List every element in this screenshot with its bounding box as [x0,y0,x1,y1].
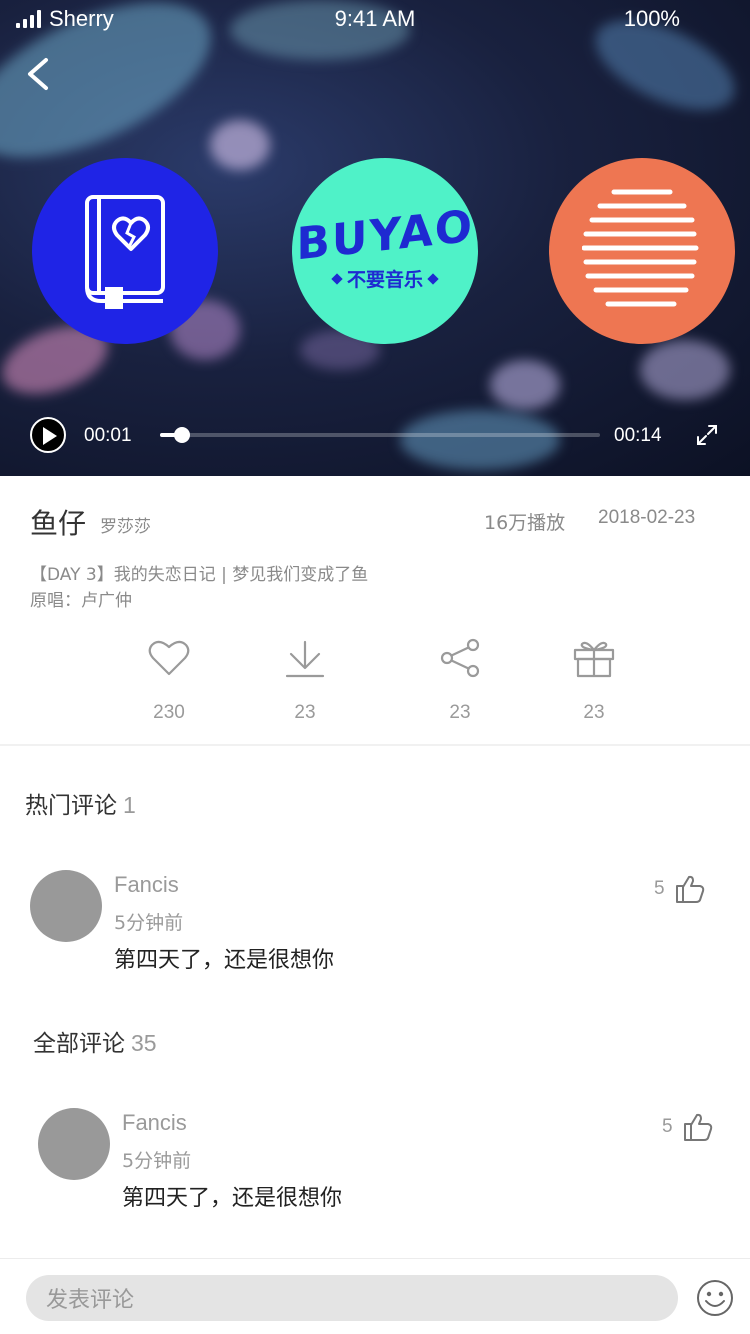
buyao-logo: BUYAO [296,200,474,271]
current-time: 00:01 [84,425,132,446]
background-bokeh [210,120,270,170]
status-bar: Sherry 9:41 AM 100% [0,0,750,40]
song-artist[interactable]: 罗莎莎 [100,512,151,537]
comment-text: 第四天了，还是很想你 [122,1186,343,1211]
stripes-icon [582,189,699,307]
broken-heart-book-icon [85,195,165,309]
comment-like-count: 5 [654,878,665,899]
hot-comments-count: 1 [123,792,136,818]
heart-icon [148,640,190,676]
buyao-subtitle-row: 不要音乐 [331,265,439,292]
avatar[interactable] [38,1108,110,1180]
comment-author[interactable]: Fancis [122,1110,187,1136]
like-count: 230 [153,702,185,723]
diamond-icon [427,272,439,285]
hot-comments-label: 热门评论 [25,793,117,819]
hot-comments-title: 热门评论 1 [25,786,136,820]
diamond-icon [331,272,343,285]
song-title: 鱼仔 [30,507,87,540]
gift-count: 23 [583,702,605,723]
download-action[interactable]: 23 [255,638,355,724]
comment-item: Fancis 5分钟前 第四天了，还是很想你 5 [0,866,750,976]
thumbs-up-icon [683,1113,712,1141]
comment-time: 5分钟前 [122,1150,192,1172]
section-divider [0,744,750,746]
share-action[interactable]: 23 [410,638,510,724]
comment-like-count: 5 [662,1116,673,1137]
download-icon [285,640,325,678]
all-comments-label: 全部评论 [33,1031,125,1057]
comment-input-placeholder: 发表评论 [46,1288,135,1313]
battery-level: 100% [623,6,680,31]
play-button[interactable] [30,417,66,453]
play-icon [43,427,57,445]
download-count: 23 [294,702,316,723]
total-time: 00:14 [614,425,662,446]
play-count: 16万播放 [484,512,566,534]
buyao-subtitle: 不要音乐 [346,269,423,291]
fullscreen-icon[interactable] [695,423,719,447]
release-date: 2018-02-23 [598,507,696,528]
video-player[interactable]: Sherry 9:41 AM 100% BUYAO 不要音乐 00:01 00:… [0,0,750,476]
progress-track[interactable] [160,427,600,443]
progress-thumb[interactable] [174,427,190,443]
cover-stripes [549,158,735,344]
comment-input[interactable]: 发表评论 [26,1275,678,1321]
comment-like-button[interactable]: 5 [662,1112,713,1142]
comment-text: 第四天了，还是很想你 [114,948,335,973]
comment-bar: 发表评论 [0,1258,750,1334]
original-singer: 原唱：卢广仲 [30,591,132,611]
share-icon [440,638,480,678]
avatar[interactable] [30,870,102,942]
share-count: 23 [449,702,471,723]
like-action[interactable]: 230 [119,638,219,724]
background-bokeh [490,360,560,410]
gift-action[interactable]: 23 [544,638,644,724]
background-bokeh [640,340,730,400]
comment-time: 5分钟前 [114,912,184,934]
thumbs-up-icon [675,875,704,903]
comment-item: Fancis 5分钟前 第四天了，还是很想你 5 [0,1104,750,1214]
song-description: 【DAY 3】我的失恋日记 | 梦见我们变成了鱼 [30,565,369,585]
cover-buyao: BUYAO 不要音乐 [292,158,478,344]
back-arrow-icon[interactable] [18,54,58,94]
emoji-icon[interactable] [696,1279,734,1317]
all-comments-title: 全部评论 35 [33,1024,157,1058]
player-controls: 00:01 00:14 [0,414,750,456]
gift-icon [573,641,615,678]
comment-like-button[interactable]: 5 [654,874,705,904]
cover-diary [32,158,218,344]
all-comments-count: 35 [131,1030,157,1056]
comment-author[interactable]: Fancis [114,872,179,898]
